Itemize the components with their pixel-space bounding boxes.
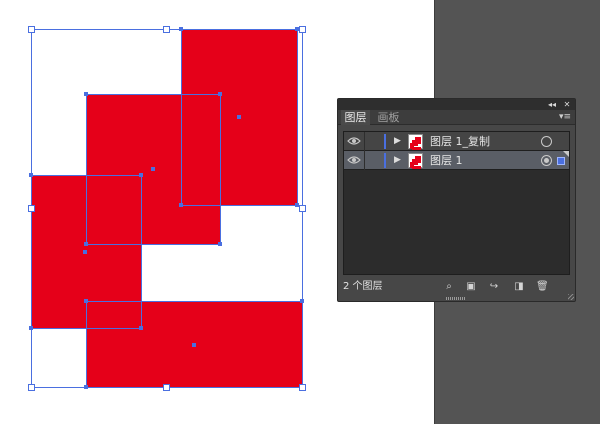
resize-handle-ne[interactable] [299,26,306,33]
panel-title-bar[interactable]: ◂◂ ✕ [338,99,575,110]
new-layer-icon[interactable]: ◨ [513,281,525,293]
layer-thumbnail [408,134,423,150]
panel-resize-handle[interactable] [568,294,574,300]
make-clipping-mask-icon[interactable]: ▣ [465,281,477,293]
resize-handle-nw[interactable] [28,26,35,33]
layer-name[interactable]: 图层 1 [430,152,463,169]
layers-list[interactable]: ▶ 图层 1_复制 ▶ 图层 1 [343,131,570,275]
layer-row[interactable]: ▶ 图层 1_复制 [344,132,569,151]
layer-color-bar [384,134,386,149]
resize-handle-n[interactable] [163,26,170,33]
resize-handle-s[interactable] [163,384,170,391]
resize-handle-w[interactable] [28,205,35,212]
lock-column[interactable] [364,151,365,170]
visibility-eye-icon[interactable] [347,135,361,147]
resize-handle-e[interactable] [299,205,306,212]
collapse-icon[interactable]: ◂◂ [546,99,558,110]
panel-tab-bar: 图层 画板 ▾≡ [338,110,575,125]
layer-name[interactable]: 图层 1_复制 [430,133,490,150]
tab-artboards[interactable]: 画板 [374,110,403,125]
corner-triangle-icon [563,151,569,157]
layer-color-bar [384,153,386,168]
thumbnail-artwork-icon [410,156,421,169]
search-icon[interactable]: ⌕ [443,281,455,293]
target-circle-icon[interactable] [541,136,552,147]
layers-panel: ◂◂ ✕ 图层 画板 ▾≡ ▶ 图层 1_复制 ▶ 图层 1 2 个图层 ⌕ ▣… [337,98,576,302]
new-sublayer-icon[interactable]: ↪ [488,281,500,293]
selection-indicator-icon[interactable] [557,157,565,165]
close-icon[interactable]: ✕ [561,99,573,110]
lock-column[interactable] [364,132,365,151]
layer-thumbnail [408,153,423,169]
resize-handle-se[interactable] [299,384,306,391]
target-circle-selected-icon[interactable] [541,155,552,166]
visibility-eye-icon[interactable] [347,154,361,166]
red-rectangles[interactable] [31,29,302,387]
resize-handle-sw[interactable] [28,384,35,391]
panel-footer: 2 个图层 ⌕ ▣ ↪ ◨ 🗑 [338,279,575,295]
panel-menu-icon[interactable]: ▾≡ [559,110,571,125]
layer-row-selected[interactable]: ▶ 图层 1 [344,151,569,170]
tab-layers[interactable]: 图层 [341,110,370,125]
panel-grip[interactable] [446,297,466,300]
expand-arrow-icon[interactable]: ▶ [394,154,401,167]
expand-arrow-icon[interactable]: ▶ [394,135,401,148]
thumbnail-artwork-icon [410,137,421,150]
delete-icon[interactable]: 🗑 [536,281,549,293]
layer-count: 2 个图层 [343,281,383,292]
